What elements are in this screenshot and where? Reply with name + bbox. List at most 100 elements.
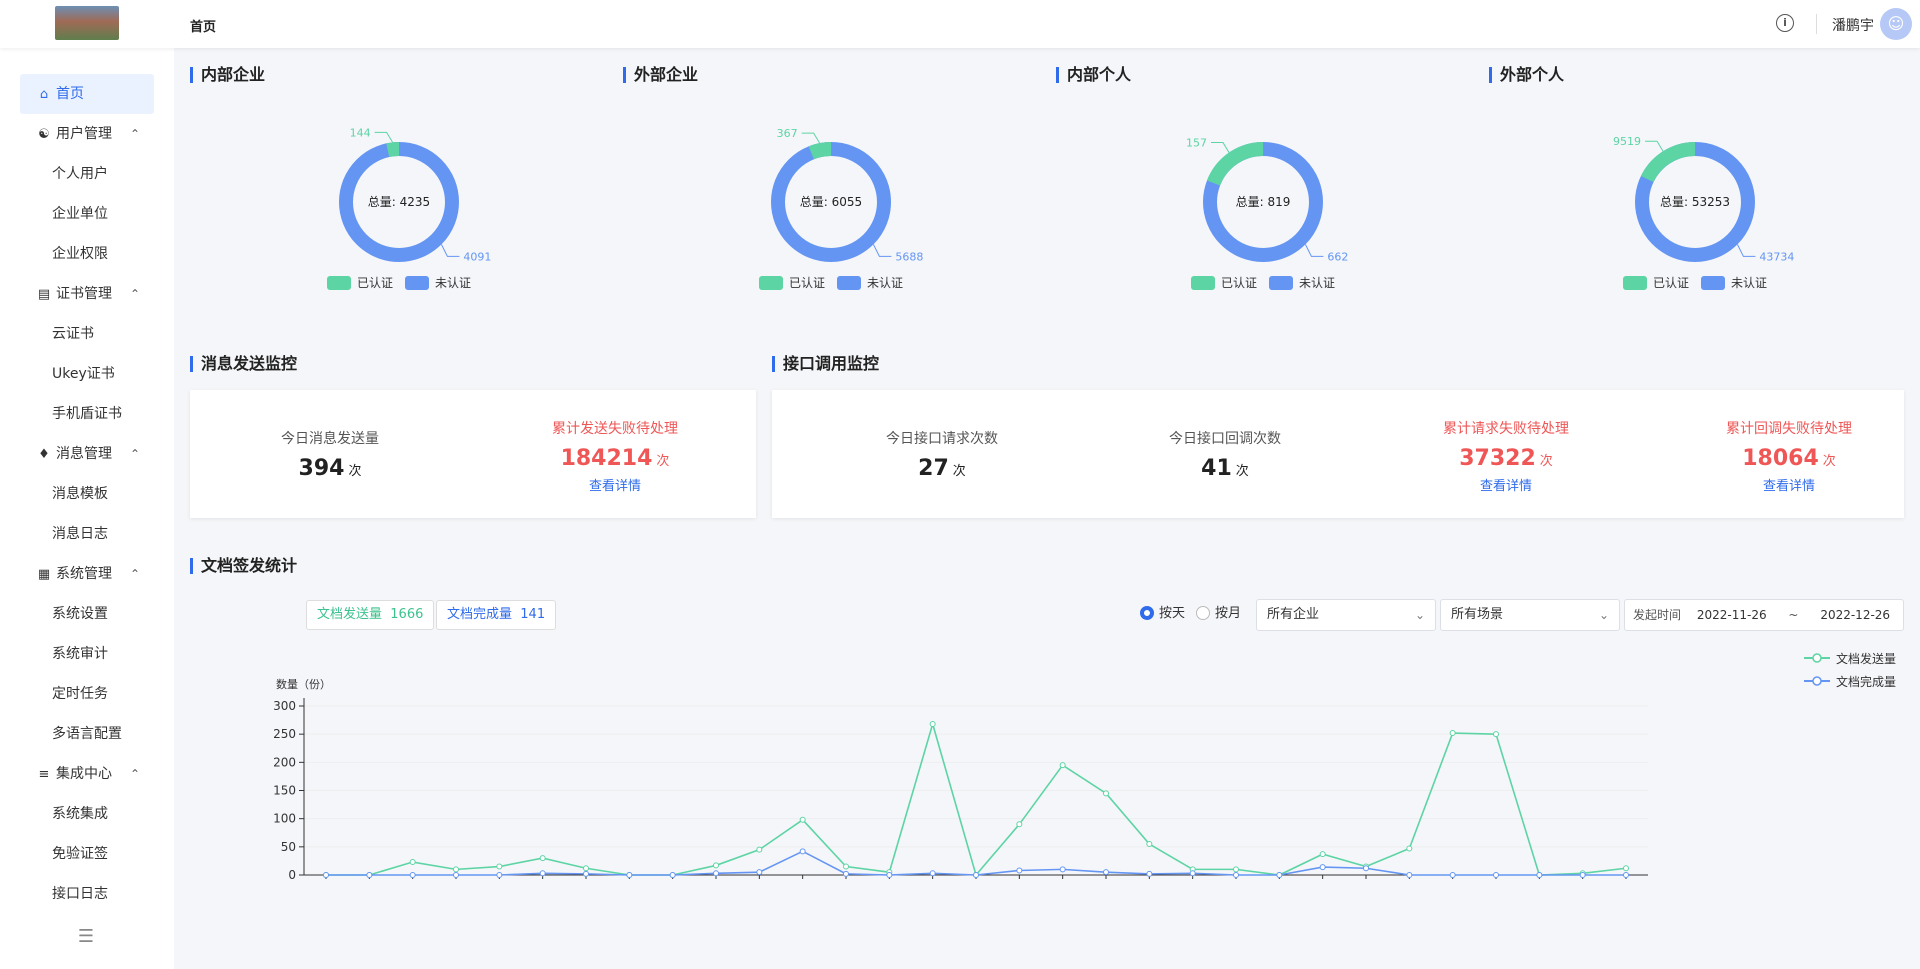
series-point-0 xyxy=(409,859,416,866)
sidebar-group-certificates[interactable]: ▤ 证书管理 ⌃ xyxy=(20,274,154,314)
chevron-down-icon: ⌄ xyxy=(1598,608,1609,622)
donut-certified-label: 9519 xyxy=(1613,135,1641,148)
sidebar-item-system-integration[interactable]: 系统集成 xyxy=(20,794,154,834)
y-tick-label: 150 xyxy=(273,784,296,798)
sidebar-group-integration[interactable]: ≡ 集成中心 ⌃ xyxy=(20,754,154,794)
sidebar-group-messages[interactable]: ♦ 消息管理 ⌃ xyxy=(20,434,154,474)
sidebar-item-ukey-cert[interactable]: Ukey证书 xyxy=(20,354,154,394)
stat-label: 今日接口回调次数 xyxy=(1169,431,1281,447)
series-point-1 xyxy=(886,872,893,878)
message-monitor-card: 今日消息发送量 394 次 累计发送失败待处理 184214 次 查看详情 xyxy=(190,390,756,518)
legend-line-icon xyxy=(1804,653,1830,663)
sidebar-item-system-audit[interactable]: 系统审计 xyxy=(20,634,154,674)
sidebar-item-system-settings[interactable]: 系统设置 xyxy=(20,594,154,634)
series-point-0 xyxy=(496,863,503,870)
legend-certified-swatch xyxy=(1191,276,1215,290)
date-separator: ~ xyxy=(1788,608,1799,622)
series-point-1 xyxy=(973,872,979,878)
legend-uncertified-label: 未认证 xyxy=(1731,276,1767,290)
date-start[interactable]: 2022-11-26 xyxy=(1697,608,1767,622)
sidebar-item-companies[interactable]: 企业单位 xyxy=(20,194,154,234)
sidebar-item-no-verify-sign[interactable]: 免验证签 xyxy=(20,834,154,874)
sidebar-item-api-logs[interactable]: 接口日志 xyxy=(20,874,154,914)
sidebar-group-users[interactable]: ☯ 用户管理 ⌃ xyxy=(20,114,154,154)
home-icon: ⌂ xyxy=(39,87,49,102)
series-point-1 xyxy=(1319,864,1326,871)
scene-select[interactable]: 所有场景 ⌄ xyxy=(1440,599,1620,631)
series-point-0 xyxy=(843,863,849,870)
donut-callout-line xyxy=(801,132,821,144)
radio-by-month[interactable]: 按月 xyxy=(1196,606,1241,622)
x-tick-label: 2022-... xyxy=(1071,883,1112,888)
users-icon: ☯ xyxy=(38,127,50,142)
sidebar-item-message-templates[interactable]: 消息模板 xyxy=(20,474,154,514)
view-details-link[interactable]: 查看详情 xyxy=(520,475,710,494)
divider xyxy=(1816,14,1817,34)
x-tick-label: 2022-... xyxy=(551,883,592,888)
radio-unchecked-icon[interactable] xyxy=(1196,606,1210,620)
section-title-internal-company: 内部企业 xyxy=(190,67,265,83)
sidebar-item-cloud-cert[interactable]: 云证书 xyxy=(20,314,154,354)
series-point-1 xyxy=(1449,872,1456,878)
sidebar-item-message-logs[interactable]: 消息日志 xyxy=(20,514,154,554)
sidebar-item-i18n-config[interactable]: 多语言配置 xyxy=(20,714,154,754)
series-point-0 xyxy=(1493,731,1499,738)
legend-uncertified-swatch xyxy=(1701,276,1725,290)
sidebar: ⌂ 首页 ☯ 用户管理 ⌃ 个人用户 企业单位 企业权限 ▤ 证书管理 ⌃ 云证书 Uke… xyxy=(0,48,174,969)
stat-value: 394 xyxy=(298,456,345,481)
sidebar-item-personal-users[interactable]: 个人用户 xyxy=(20,154,154,194)
tag-count: 1666 xyxy=(390,607,424,622)
sidebar-item-label: 消息管理 xyxy=(56,446,112,462)
x-tick-label: 2022-... xyxy=(724,883,765,888)
view-details-link[interactable]: 查看详情 xyxy=(1406,475,1606,494)
stat-today-callbacks: 今日接口回调次数 41 次 xyxy=(1130,428,1320,481)
sidebar-item-mobile-shield-cert[interactable]: 手机盾证书 xyxy=(20,394,154,434)
series-point-0 xyxy=(1449,730,1456,737)
date-end[interactable]: 2022-12-26 xyxy=(1820,608,1890,622)
info-icon[interactable]: i xyxy=(1776,14,1794,32)
stat-label: 今日接口请求次数 xyxy=(886,431,998,447)
chevron-up-icon: ⌃ xyxy=(129,567,140,581)
collapse-menu-icon[interactable]: ☰ xyxy=(76,926,96,947)
radio-checked-icon[interactable] xyxy=(1140,606,1154,620)
series-point-1 xyxy=(1579,872,1586,878)
x-tick-label: 2022-... xyxy=(1504,883,1545,888)
view-details-link[interactable]: 查看详情 xyxy=(1689,475,1889,494)
sidebar-item-company-permissions[interactable]: 企业权限 xyxy=(20,234,154,274)
sidebar-item-home[interactable]: ⌂ 首页 xyxy=(20,74,154,114)
user-name[interactable]: 潘鹏宇 xyxy=(1832,15,1874,35)
select-value: 所有企业 xyxy=(1267,607,1320,622)
series-point-0 xyxy=(1623,865,1629,872)
series-point-0 xyxy=(929,721,936,728)
company-select[interactable]: 所有企业 ⌄ xyxy=(1256,599,1436,631)
stat-value: 18064 xyxy=(1742,446,1819,471)
radio-by-day[interactable]: 按天 xyxy=(1140,606,1185,622)
donut-total-label: 总量: 53253 xyxy=(1660,195,1730,209)
sidebar-item-label: 证书管理 xyxy=(56,286,112,302)
series-point-0 xyxy=(1406,845,1413,852)
series-point-1 xyxy=(496,872,503,878)
sidebar-item-label: 首页 xyxy=(56,86,84,102)
series-point-1 xyxy=(669,872,676,878)
y-axis-label: 数量（份） xyxy=(276,678,331,691)
legend-label: 文档完成量 xyxy=(1836,675,1897,689)
donut-certified-label: 367 xyxy=(777,127,798,140)
tag-label: 文档完成量 xyxy=(447,607,513,622)
legend-certified-swatch xyxy=(327,276,351,290)
logo[interactable] xyxy=(55,6,119,40)
legend-doc-done[interactable]: 文档完成量 xyxy=(1804,673,1896,690)
legend-doc-sent[interactable]: 文档发送量 xyxy=(1804,650,1896,667)
chevron-down-icon: ⌄ xyxy=(1414,608,1425,622)
donut-callout-line xyxy=(1645,140,1664,152)
series-point-0 xyxy=(799,816,806,823)
date-range-picker[interactable]: 发起时间 2022-11-26 ~ 2022-12-26 xyxy=(1624,599,1904,631)
sidebar-item-scheduled-tasks[interactable]: 定时任务 xyxy=(20,674,154,714)
series-point-1 xyxy=(1276,872,1283,878)
sidebar-group-system[interactable]: ▦ 系统管理 ⌃ xyxy=(20,554,154,594)
section-title-message-monitor: 消息发送监控 xyxy=(190,356,297,372)
stat-request-failures: 累计请求失败待处理 37322 次 查看详情 xyxy=(1406,418,1606,494)
stat-value: 37322 xyxy=(1459,446,1536,471)
avatar[interactable]: ☺ xyxy=(1880,8,1912,40)
donut-certified-label: 157 xyxy=(1186,137,1207,150)
stat-label: 累计回调失败待处理 xyxy=(1726,421,1852,437)
